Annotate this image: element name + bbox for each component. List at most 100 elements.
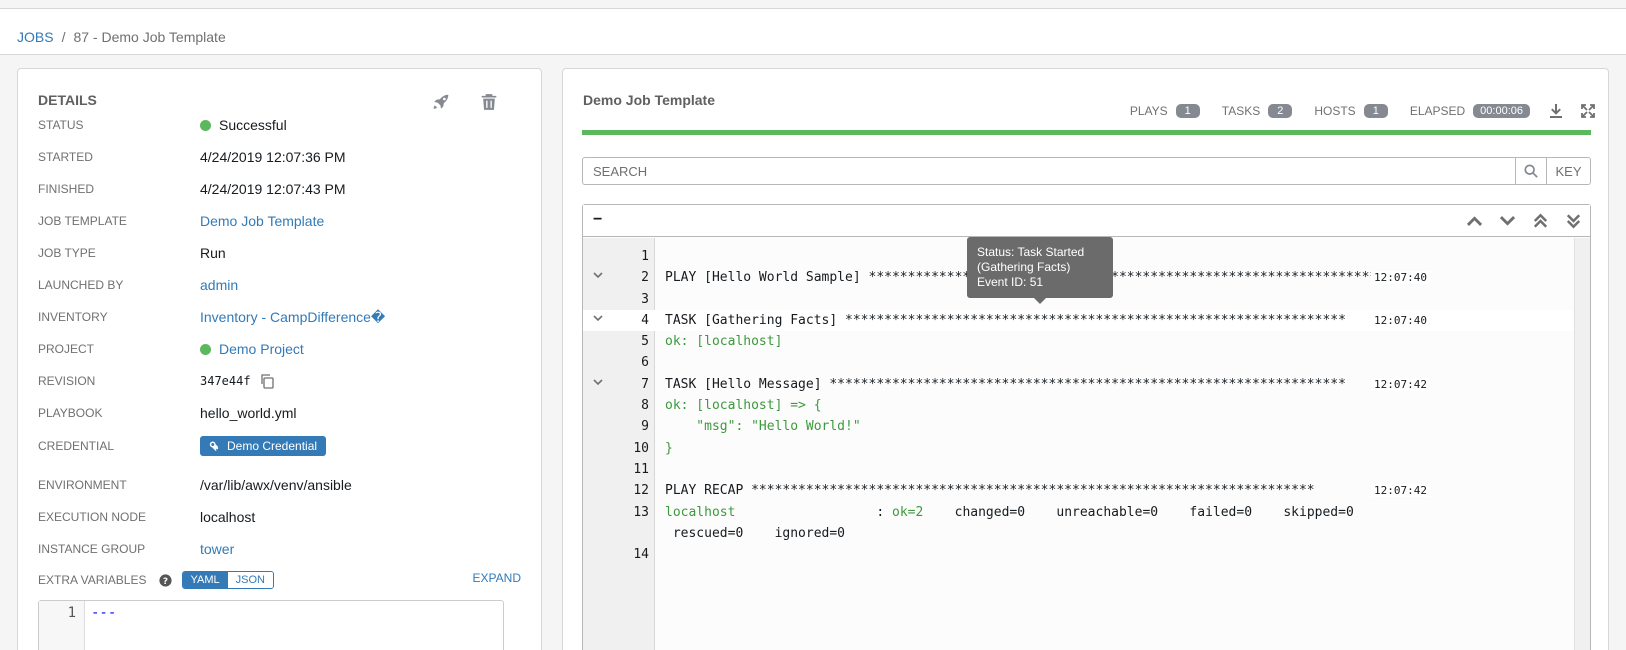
scroll-up-icon[interactable] (1464, 213, 1485, 229)
scroll-bottom-icon[interactable] (1563, 213, 1584, 229)
project-link[interactable]: Demo Project (219, 341, 304, 357)
line-number: 3 (641, 291, 649, 307)
job-counts: PLAYS 1 TASKS 2 HOSTS 1 ELAPSED 00:00:06 (1130, 103, 1596, 119)
plays-count-badge: 1 (1175, 104, 1200, 118)
json-toggle-button[interactable]: JSON (227, 572, 273, 588)
relaunch-rocket-icon[interactable] (432, 93, 450, 111)
breadcrumb-current: 87 - Demo Job Template (73, 29, 226, 45)
detail-status: STATUS Successful (38, 114, 528, 136)
detail-playbook: PLAYBOOK hello_world.yml (38, 402, 528, 424)
status-label: STATUS (38, 118, 84, 132)
job-type-label: JOB TYPE (38, 246, 96, 260)
extra-variables-label: EXTRA VARIABLES (38, 573, 147, 587)
stdout-line: 14 (583, 544, 1573, 565)
instance-group-label: INSTANCE GROUP (38, 542, 146, 556)
environment-label: ENVIRONMENT (38, 478, 127, 492)
extra-variables-editor[interactable]: 1 --- (38, 600, 504, 650)
tooltip-status: Status: Task Started (977, 245, 1085, 259)
expand-collapse-chevron-icon[interactable] (593, 377, 603, 387)
line-number: 11 (633, 461, 649, 477)
line-text: "msg": "Hello World!" (665, 419, 861, 435)
elapsed-badge: 00:00:06 (1473, 104, 1530, 118)
expand-collapse-chevron-icon[interactable] (593, 270, 603, 280)
event-tooltip: Status: Task Started (Gathering Facts) E… (967, 237, 1113, 304)
credential-tag[interactable]: Demo Credential (200, 436, 327, 456)
stdout-line: 11 (583, 459, 1573, 480)
line-timestamp: 12:07:40 (1371, 271, 1430, 285)
launched-by-link[interactable]: admin (200, 277, 238, 293)
line-number: 8 (641, 398, 649, 414)
project-status-icon (200, 343, 211, 355)
detail-credential: CREDENTIAL Demo Credential (38, 435, 528, 457)
credential-value-wrap: Demo Credential (200, 436, 327, 456)
help-icon[interactable]: ? (158, 573, 172, 587)
copy-icon[interactable] (259, 373, 275, 389)
line-number: 4 (641, 312, 649, 328)
key-icon (209, 441, 219, 452)
scroll-top-icon[interactable] (1530, 213, 1551, 229)
project-value-wrap[interactable]: Demo Project (200, 341, 304, 357)
success-status-icon (200, 119, 211, 131)
detail-environment: ENVIRONMENT /var/lib/awx/venv/ansible (38, 474, 528, 496)
breadcrumb: JOBS / 87 - Demo Job Template (17, 29, 226, 45)
environment-value: /var/lib/awx/venv/ansible (200, 477, 352, 493)
detail-project: PROJECT Demo Project (38, 338, 528, 360)
line-timestamp: 12:07:42 (1371, 377, 1430, 391)
line-text: ok: [localhost] (665, 334, 783, 350)
credential-label: CREDENTIAL (38, 439, 115, 453)
revision-value: 347e44f (200, 374, 251, 388)
detail-finished: FINISHED 4/24/2019 12:07:43 PM (38, 178, 528, 200)
started-label: STARTED (38, 150, 93, 164)
finished-value: 4/24/2019 12:07:43 PM (200, 181, 346, 197)
launched-by-label: LAUNCHED BY (38, 278, 124, 292)
yaml-json-toggle: YAML JSON (181, 571, 274, 589)
stdout-line: 10} (583, 438, 1573, 459)
output-panel: Demo Job Template PLAYS 1 TASKS 2 HOSTS … (562, 68, 1609, 650)
expand-extra-variables-link[interactable]: EXPAND (473, 571, 521, 585)
breadcrumb-bar: JOBS / 87 - Demo Job Template (0, 8, 1626, 55)
stdout-scroll-strip[interactable] (1574, 238, 1590, 650)
details-title: DETAILS (38, 92, 97, 108)
svg-text:?: ? (162, 576, 167, 586)
search-icon (1524, 164, 1538, 178)
stdout-line: 9 "msg": "Hello World!" (583, 416, 1573, 437)
collapse-all-button[interactable]: − (593, 211, 602, 229)
line-text: TASK [Gathering Facts] *****************… (665, 312, 1346, 328)
job-template-link[interactable]: Demo Job Template (200, 213, 324, 229)
key-button[interactable]: KEY (1547, 157, 1591, 185)
fullscreen-icon[interactable] (1580, 103, 1596, 119)
detail-execution-node: EXECUTION NODE localhost (38, 506, 528, 528)
scroll-down-icon[interactable] (1497, 213, 1518, 229)
line-number: 2 (641, 270, 649, 286)
instance-group-link[interactable]: tower (200, 541, 234, 557)
line-timestamp: 12:07:40 (1371, 313, 1430, 327)
stdout-line: 6 (583, 352, 1573, 373)
extra-variables-header: EXTRA VARIABLES ? YAML JSON (38, 569, 528, 591)
line-text: PLAY RECAP *****************************… (665, 483, 1315, 499)
editor-code: --- (91, 605, 117, 621)
yaml-toggle-button[interactable]: YAML (182, 572, 228, 588)
scroll-nav (1464, 213, 1584, 229)
line-number: 6 (641, 355, 649, 371)
line-text: TASK [Hello Message] *******************… (665, 376, 1346, 392)
detail-instance-group: INSTANCE GROUP tower (38, 538, 528, 560)
tasks-label: TASKS (1221, 104, 1261, 118)
finished-label: FINISHED (38, 182, 95, 196)
breadcrumb-jobs-link[interactable]: JOBS (17, 29, 54, 45)
expand-collapse-chevron-icon[interactable] (593, 313, 603, 323)
search-button[interactable] (1515, 157, 1547, 185)
job-progress-bar (582, 130, 1591, 135)
tooltip-task: (Gathering Facts) (977, 260, 1071, 274)
stdout-line: 8 ok: [localhost] => { (583, 395, 1573, 416)
delete-trash-icon[interactable] (480, 93, 498, 111)
line-text: rescued=0 ignored=0 (665, 525, 846, 541)
status-value: Successful (219, 117, 287, 133)
line-number: 5 (641, 334, 649, 350)
inventory-link[interactable]: Inventory - CampDifference� (200, 309, 385, 326)
line-number: 13 (633, 504, 649, 520)
download-icon[interactable] (1548, 103, 1564, 119)
search-input[interactable] (582, 157, 1515, 185)
tasks-count-badge: 2 (1268, 104, 1293, 118)
inventory-label: INVENTORY (38, 310, 108, 324)
line-timestamp: 12:07:42 (1371, 484, 1430, 498)
